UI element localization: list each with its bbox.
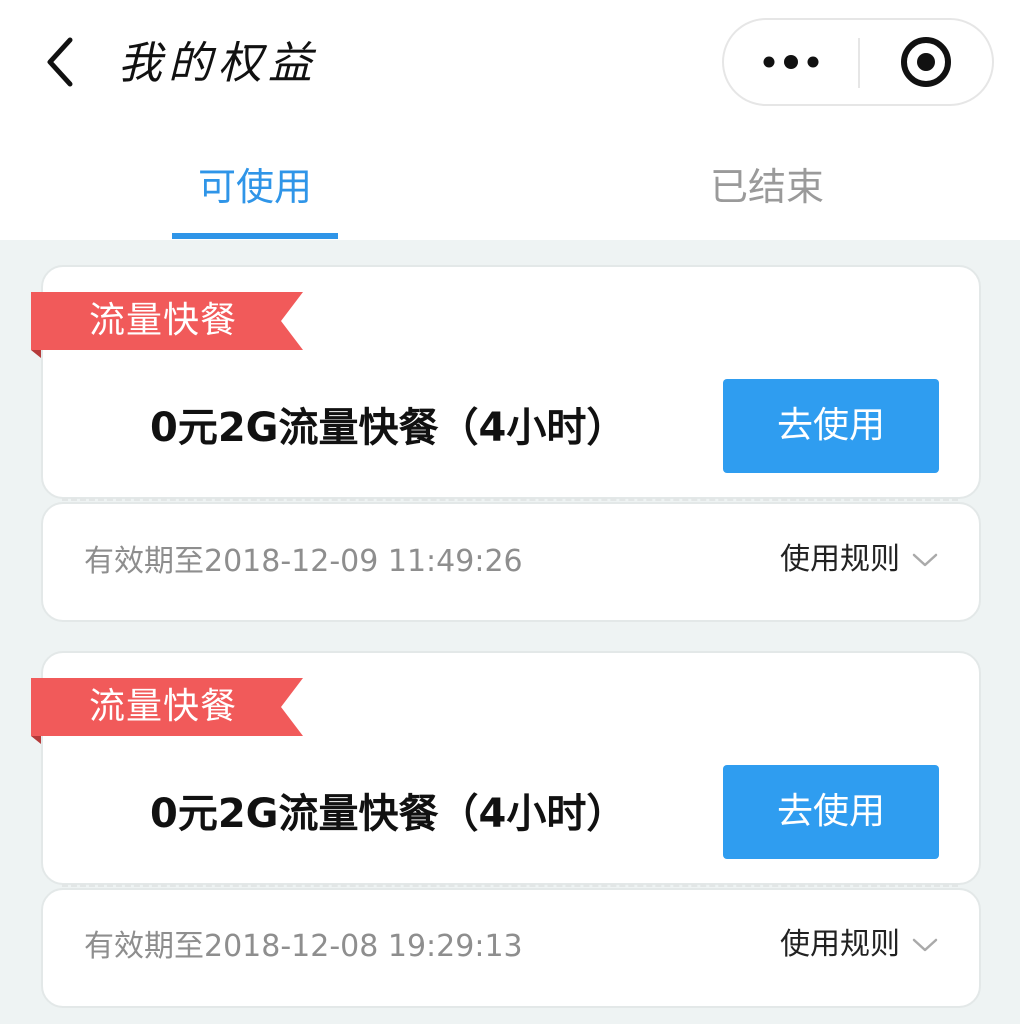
expiry-text: 有效期至2018-12-08 19:29:13 xyxy=(84,929,523,964)
tab-available[interactable]: 可使用 xyxy=(105,150,405,230)
dashed-divider xyxy=(62,498,958,501)
usage-rules-toggle[interactable]: 使用规则 xyxy=(780,535,938,585)
dashed-divider xyxy=(62,884,958,887)
mini-program-capsule xyxy=(722,18,994,106)
close-button[interactable] xyxy=(860,20,992,104)
use-button[interactable]: 去使用 xyxy=(723,379,939,473)
benefit-title: 0元2G流量快餐（4小时） xyxy=(150,405,627,451)
usage-rules-label: 使用规则 xyxy=(780,927,900,962)
tab-active-indicator xyxy=(172,233,338,239)
expiry-text: 有效期至2018-12-09 11:49:26 xyxy=(84,544,523,579)
tab-ended[interactable]: 已结束 xyxy=(617,150,917,230)
target-close-icon xyxy=(901,37,951,87)
category-tag: 流量快餐 xyxy=(31,292,303,358)
usage-rules-label: 使用规则 xyxy=(780,542,900,577)
chevron-down-icon xyxy=(912,938,938,952)
chevron-down-icon xyxy=(912,553,938,567)
use-button[interactable]: 去使用 xyxy=(723,765,939,859)
more-dots-icon xyxy=(763,55,819,69)
top-bar: 我的权益 可使用 已结束 xyxy=(0,0,1020,240)
chevron-left-icon xyxy=(47,37,73,87)
benefit-title: 0元2G流量快餐（4小时） xyxy=(150,791,627,837)
more-button[interactable] xyxy=(724,20,858,104)
usage-rules-toggle[interactable]: 使用规则 xyxy=(780,920,938,970)
category-tag: 流量快餐 xyxy=(31,678,303,744)
tag-label: 流量快餐 xyxy=(89,300,238,341)
tag-label: 流量快餐 xyxy=(89,686,238,727)
page-title: 我的权益 xyxy=(118,38,318,89)
back-button[interactable] xyxy=(30,32,90,92)
